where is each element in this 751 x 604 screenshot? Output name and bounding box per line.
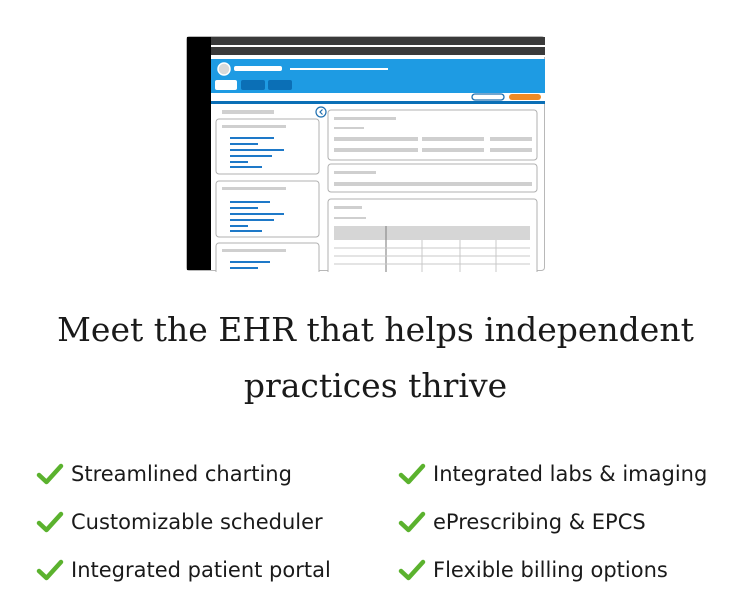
- headline-line-1: Meet the EHR that helps independent: [57, 310, 694, 349]
- app-left-rail: [187, 37, 211, 270]
- avatar-icon: [217, 62, 231, 76]
- check-icon: [398, 463, 426, 485]
- feature-label: Streamlined charting: [71, 462, 292, 486]
- feature-label: Integrated patient portal: [71, 558, 331, 582]
- check-icon: [398, 511, 426, 533]
- ehr-app-illustration: [186, 36, 545, 272]
- headline-line-2: practices thrive: [243, 366, 508, 405]
- check-icon: [398, 559, 426, 581]
- feature-item: Integrated labs & imaging: [398, 450, 736, 498]
- feature-label: Flexible billing options: [433, 558, 668, 582]
- feature-label: Customizable scheduler: [71, 510, 323, 534]
- feature-item: Customizable scheduler: [36, 498, 398, 546]
- check-icon: [36, 511, 64, 533]
- feature-item: ePrescribing & EPCS: [398, 498, 736, 546]
- feature-label: ePrescribing & EPCS: [433, 510, 646, 534]
- feature-list: Streamlined charting Integrated labs & i…: [36, 450, 736, 594]
- feature-label: Integrated labs & imaging: [433, 462, 708, 486]
- feature-item: Flexible billing options: [398, 546, 736, 594]
- check-icon: [36, 463, 64, 485]
- check-icon: [36, 559, 64, 581]
- feature-item: Integrated patient portal: [36, 546, 398, 594]
- headline: Meet the EHR that helps independent prac…: [0, 302, 751, 414]
- feature-item: Streamlined charting: [36, 450, 398, 498]
- chevron-left-icon: [315, 106, 327, 118]
